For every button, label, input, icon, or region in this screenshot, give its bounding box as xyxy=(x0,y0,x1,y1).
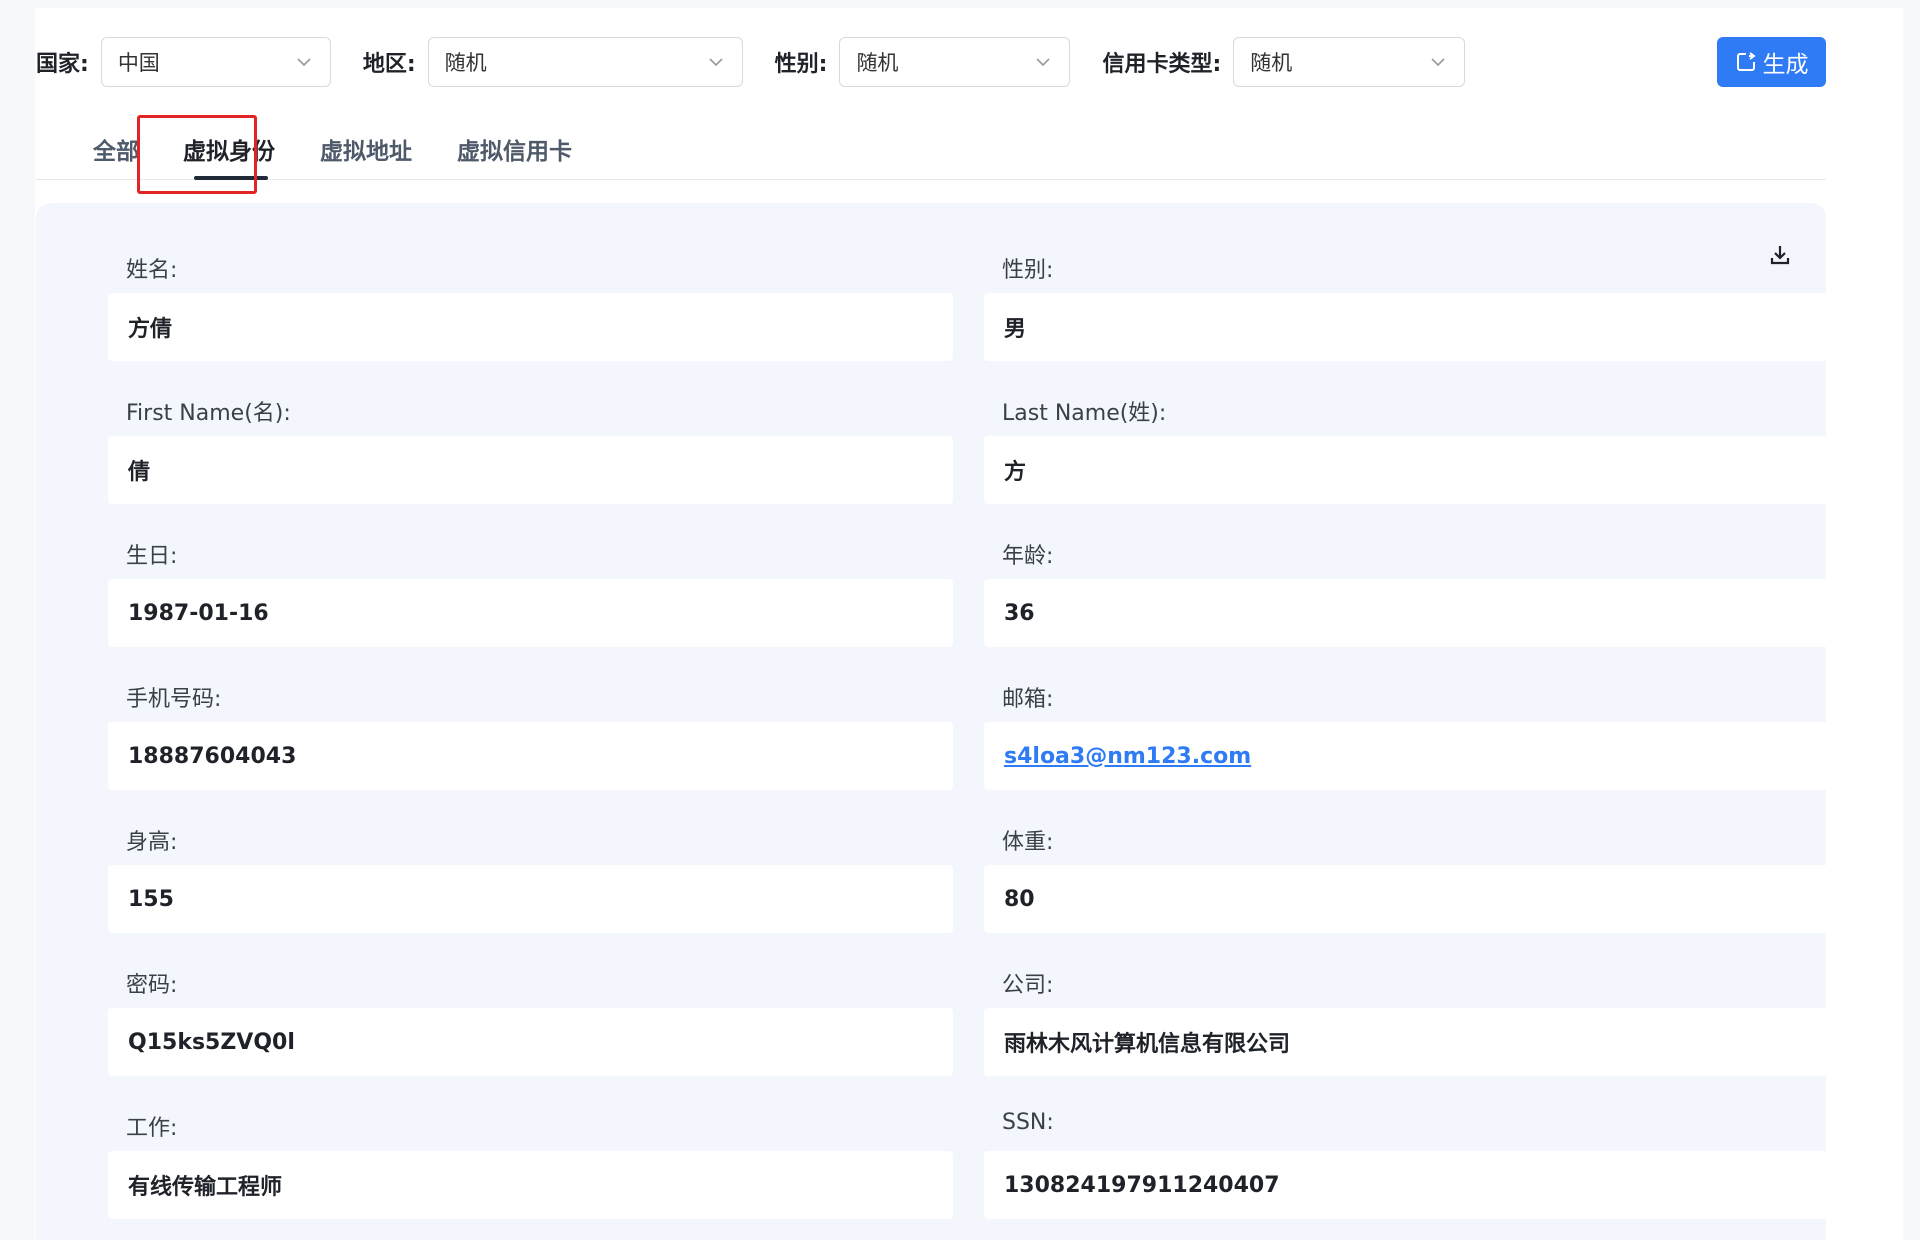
gender-field-label: 性别: xyxy=(1002,258,1054,283)
height-value: 155 xyxy=(108,865,953,933)
chevron-down-icon xyxy=(1036,58,1051,67)
filter-bar: 国家: 中国 地区: 随机 性别: 随机 信用卡类型: 随机 生成 xyxy=(36,33,1826,91)
name-label: 姓名: xyxy=(126,258,178,283)
last-name-value: 方 xyxy=(984,436,1829,504)
ssn-value: 130824197911240407 xyxy=(984,1151,1829,1219)
card-type-select-value: 随机 xyxy=(1250,51,1293,75)
name-value: 方倩 xyxy=(108,293,953,361)
country-select[interactable]: 中国 xyxy=(100,37,331,87)
phone-label: 手机号码: xyxy=(126,687,222,712)
password-label: 密码: xyxy=(126,973,178,998)
country-label: 国家: xyxy=(36,52,89,77)
first-name-value: 倩 xyxy=(108,436,953,504)
region-select[interactable]: 随机 xyxy=(427,37,743,87)
region-select-value: 随机 xyxy=(444,51,487,75)
gender-label: 性别: xyxy=(774,52,828,77)
age-value: 36 xyxy=(984,579,1829,647)
country-select-value: 中国 xyxy=(117,51,160,75)
active-tab-highlight xyxy=(137,115,257,194)
gender-select-value: 随机 xyxy=(856,51,899,75)
age-label: 年龄: xyxy=(1002,544,1054,569)
chevron-down-icon xyxy=(297,58,311,67)
weight-label: 体重: xyxy=(1002,830,1054,855)
email-value-box: s4loa3@nm123.com xyxy=(984,722,1829,790)
tab-all[interactable]: 全部 xyxy=(93,132,139,166)
password-value: Q15ks5ZVQ0l xyxy=(108,1008,953,1076)
job-label: 工作: xyxy=(126,1116,178,1141)
height-label: 身高: xyxy=(126,830,178,855)
gender-value: 男 xyxy=(984,293,1829,361)
company-value: 雨林木风计算机信息有限公司 xyxy=(984,1008,1829,1076)
birthday-value: 1987-01-16 xyxy=(108,579,953,647)
tab-bar: 全部 虚拟身份 虚拟地址 虚拟信用卡 xyxy=(36,110,1826,180)
email-link[interactable]: s4loa3@nm123.com xyxy=(1004,744,1251,769)
tab-virtual-address[interactable]: 虚拟地址 xyxy=(320,132,412,166)
company-label: 公司: xyxy=(1002,973,1054,998)
tab-virtual-credit-card[interactable]: 虚拟信用卡 xyxy=(457,132,572,166)
gender-select[interactable]: 随机 xyxy=(839,37,1071,87)
job-value: 有线传输工程师 xyxy=(108,1151,953,1219)
birthday-label: 生日: xyxy=(126,544,178,569)
card-type-select[interactable]: 随机 xyxy=(1233,37,1466,87)
generate-button-label: 生成 xyxy=(1762,52,1809,78)
first-name-label: First Name(名): xyxy=(126,401,291,426)
chevron-down-icon xyxy=(1431,58,1445,67)
email-label: 邮箱: xyxy=(1002,687,1054,712)
ssn-label: SSN: xyxy=(1002,1110,1054,1135)
chevron-down-icon xyxy=(709,58,723,67)
card-type-label: 信用卡类型: xyxy=(1102,52,1222,77)
download-icon[interactable] xyxy=(1768,243,1792,267)
phone-value: 18887604043 xyxy=(108,722,953,790)
region-label: 地区: xyxy=(362,52,416,77)
weight-value: 80 xyxy=(984,865,1829,933)
generate-button[interactable]: 生成 xyxy=(1717,37,1826,87)
refresh-icon xyxy=(1736,52,1756,71)
last-name-label: Last Name(姓): xyxy=(1002,401,1167,426)
